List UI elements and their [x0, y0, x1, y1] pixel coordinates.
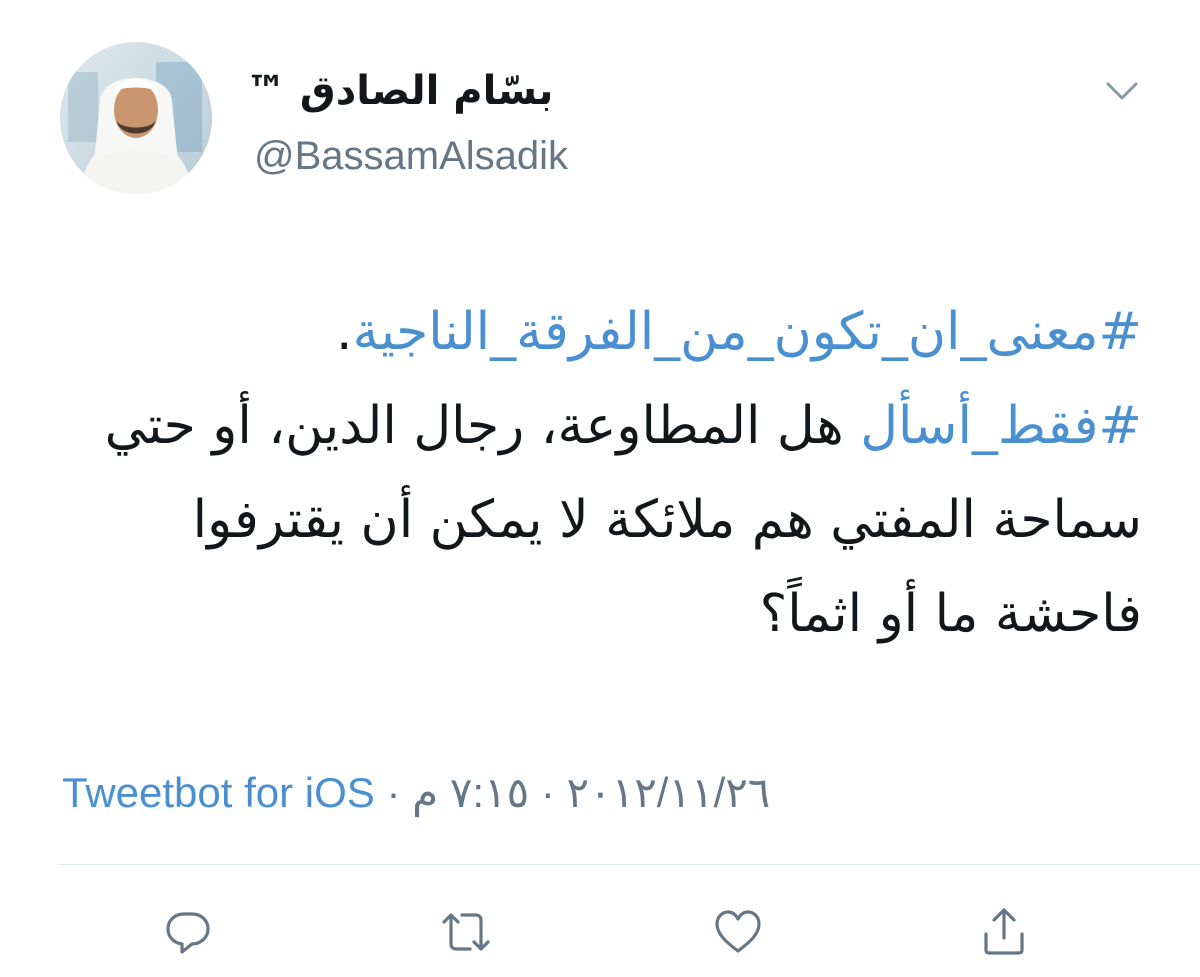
reply-button[interactable]	[162, 906, 214, 958]
author-avatar[interactable]	[60, 42, 212, 194]
share-icon	[984, 908, 1024, 955]
meta-separator: ·	[540, 769, 555, 816]
tweet-text: #معنى_ان_تكون_من_الفرقة_الناجية. #فقط_أس…	[52, 285, 1142, 661]
retweet-icon	[442, 913, 490, 951]
tweet-time: ٧:١٥ م	[412, 769, 530, 816]
tweet-date: ٢٠١٢/١١/٢٦	[566, 769, 771, 816]
user-handle[interactable]: @BassamAlsadik	[254, 134, 568, 179]
tweet-source-link[interactable]: Tweetbot for iOS	[62, 769, 375, 816]
hashtag-link[interactable]: #فقط_أسأل	[860, 396, 1142, 456]
tweet-paragraph-2: #فقط_أسأل هل المطاوعة، رجال الدين، أو حت…	[52, 379, 1142, 661]
tweet-line-1: #معنى_ان_تكون_من_الفرقة_الناجية.	[52, 285, 1142, 379]
heart-icon	[715, 910, 761, 953]
chevron-down-icon[interactable]	[1102, 76, 1142, 106]
tweet-card: بسّام الصادق ™ @BassamAlsadik #معنى_ان_ت…	[0, 0, 1200, 977]
display-name[interactable]: بسّام الصادق ™	[246, 68, 553, 114]
reply-icon	[166, 912, 210, 954]
share-button[interactable]	[978, 906, 1030, 958]
retweet-button[interactable]	[440, 906, 492, 958]
like-button[interactable]	[712, 906, 764, 958]
divider	[58, 864, 1200, 865]
tweet-meta: Tweetbot for iOS · ٢٠١٢/١١/٢٦ · ٧:١٥ م	[62, 768, 770, 817]
hashtag-link[interactable]: #معنى_ان_تكون_من_الفرقة_الناجية	[353, 302, 1142, 362]
meta-separator: ·	[386, 769, 401, 816]
tweet-text-fragment: .	[336, 302, 353, 362]
avatar-image	[60, 42, 212, 194]
